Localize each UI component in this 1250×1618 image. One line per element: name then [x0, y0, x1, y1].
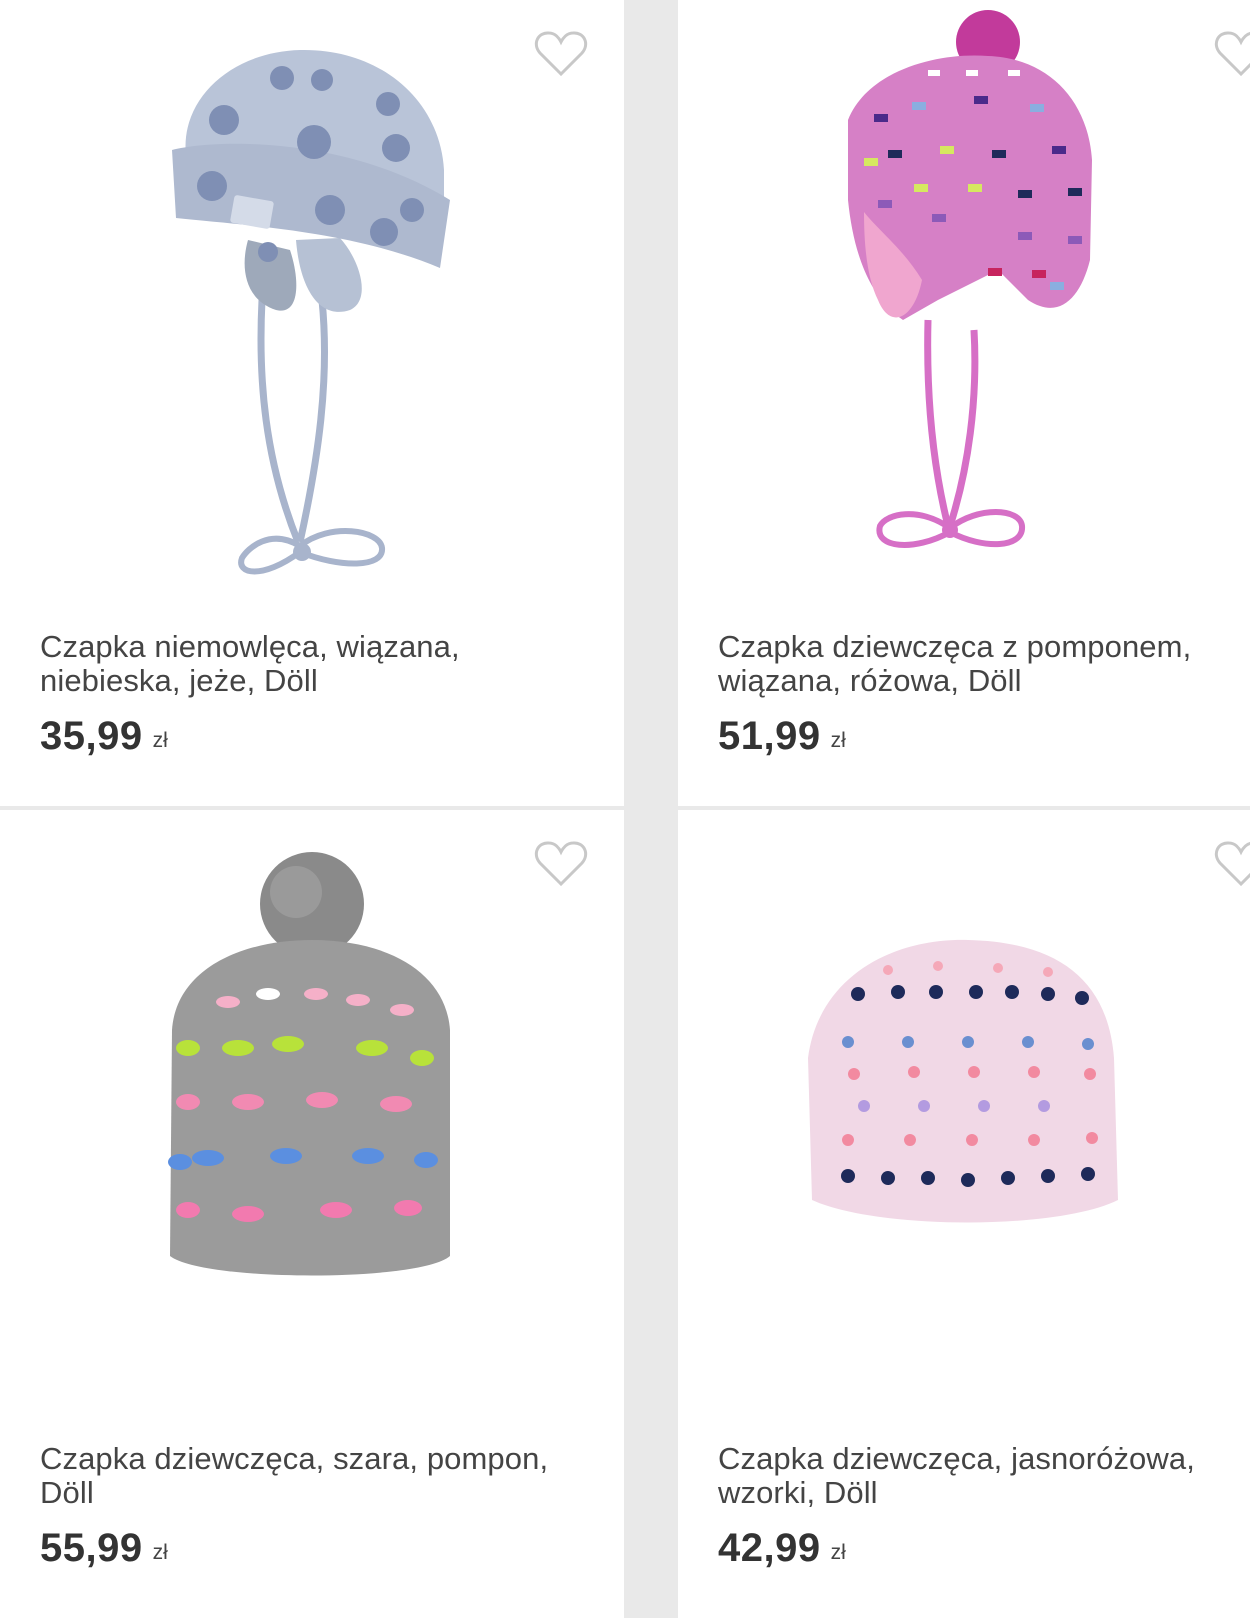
price-currency: zł — [152, 729, 168, 752]
product-title[interactable]: Czapka dziewczęca z pomponem, wiązana, r… — [718, 630, 1250, 698]
favorite-heart-icon[interactable] — [1214, 840, 1250, 888]
product-title[interactable]: Czapka dziewczęca, jasnoróżowa, wzorki, … — [718, 1442, 1250, 1510]
product-card[interactable]: Czapka niemowlęca, wiązana, niebieska, j… — [0, 0, 624, 806]
favorite-heart-icon[interactable] — [1214, 30, 1250, 78]
product-title[interactable]: Czapka niemowlęca, wiązana, niebieska, j… — [40, 630, 600, 698]
product-image[interactable] — [0, 810, 624, 1430]
product-price: 55,99 zł — [40, 1526, 168, 1571]
price-amount: 55,99 — [40, 1526, 143, 1570]
product-grid: Czapka niemowlęca, wiązana, niebieska, j… — [0, 0, 1250, 1618]
favorite-heart-icon[interactable] — [534, 840, 588, 888]
product-card[interactable]: Czapka dziewczęca, jasnoróżowa, wzorki, … — [678, 810, 1250, 1618]
product-image[interactable] — [678, 0, 1250, 620]
price-amount: 35,99 — [40, 714, 143, 758]
product-card[interactable]: Czapka dziewczęca z pomponem, wiązana, r… — [678, 0, 1250, 806]
price-amount: 51,99 — [718, 714, 821, 758]
price-currency: zł — [830, 729, 846, 752]
product-price: 51,99 zł — [718, 714, 846, 759]
price-amount: 42,99 — [718, 1526, 821, 1570]
product-title[interactable]: Czapka dziewczęca, szara, pompon, Döll — [40, 1442, 600, 1510]
favorite-heart-icon[interactable] — [534, 30, 588, 78]
product-card[interactable]: Czapka dziewczęca, szara, pompon, Döll 5… — [0, 810, 624, 1618]
product-image[interactable] — [678, 810, 1250, 1430]
product-price: 35,99 zł — [40, 714, 168, 759]
product-image[interactable] — [0, 0, 624, 620]
price-currency: zł — [152, 1541, 168, 1564]
product-price: 42,99 zł — [718, 1526, 846, 1571]
price-currency: zł — [830, 1541, 846, 1564]
